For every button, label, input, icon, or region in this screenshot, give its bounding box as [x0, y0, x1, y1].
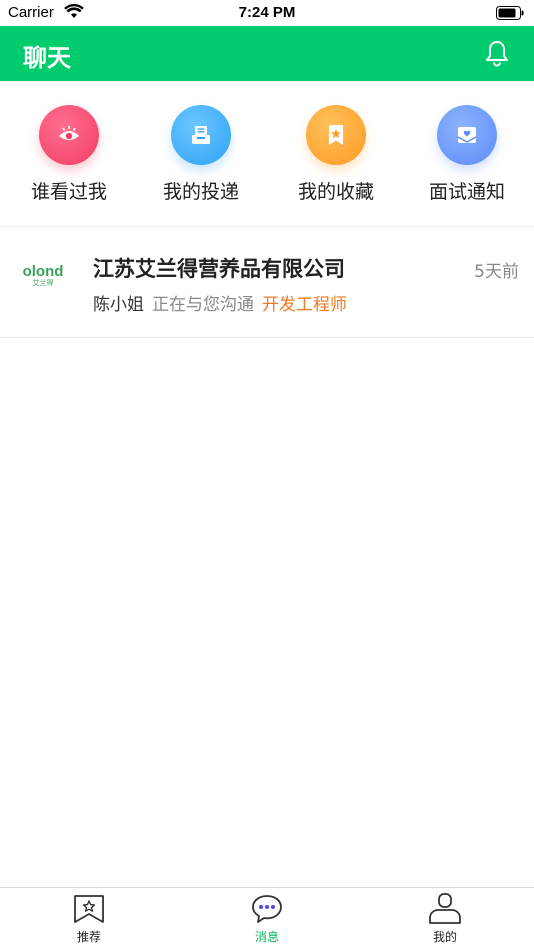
chat-status: 正在与您沟通 — [152, 295, 254, 315]
eye-icon — [39, 105, 99, 165]
company-logo: olond 艾兰得 — [20, 253, 66, 299]
navigation-header: 聊天 — [0, 26, 534, 81]
divider — [0, 337, 534, 338]
logo-subtext: 艾兰得 — [32, 279, 54, 287]
tab-label: 消息 — [254, 930, 279, 944]
tab-label: 我的 — [432, 930, 457, 944]
quick-action-label: 面试通知 — [428, 181, 505, 203]
message-preview: 陈小姐 正在与您沟通 开发工程师 — [93, 290, 347, 315]
status-bar: Carrier 7:24 PM — [0, 0, 534, 26]
tab-bar: 推荐 消息 我的 — [0, 887, 534, 951]
logo-text: olond — [22, 263, 64, 280]
job-position: 开发工程师 — [262, 295, 347, 315]
battery-icon — [496, 6, 524, 20]
company-name: 江苏艾兰得营养品有限公司 — [93, 257, 345, 281]
list-item[interactable]: olond 艾兰得 江苏艾兰得营养品有限公司 5天前 陈小姐 正在与您沟通 开发工程… — [0, 227, 534, 337]
quick-action-interview-notice[interactable]: 面试通知 — [402, 105, 532, 204]
quick-action-viewed-me[interactable]: 谁看过我 — [4, 105, 134, 204]
clock: 7:24 PM — [238, 4, 296, 21]
star-bookmark-icon — [74, 895, 104, 923]
quick-action-label: 我的收藏 — [297, 181, 374, 203]
chat-bubble-icon — [252, 895, 282, 923]
tab-recommend[interactable]: 推荐 — [39, 892, 139, 945]
bell-icon[interactable] — [484, 39, 510, 67]
mailbox-icon — [171, 105, 231, 165]
tab-mine[interactable]: 我的 — [395, 892, 495, 945]
user-icon — [429, 893, 461, 924]
tab-label: 推荐 — [76, 930, 101, 944]
contact-name: 陈小姐 — [93, 295, 144, 315]
quick-action-label: 我的投递 — [162, 181, 239, 203]
quick-action-my-favorites[interactable]: 我的收藏 — [271, 105, 401, 204]
quick-action-my-applications[interactable]: 我的投递 — [136, 105, 266, 204]
quick-actions: 谁看过我 我的投递 我的收藏 面试通知 — [0, 81, 534, 226]
tab-messages[interactable]: 消息 — [217, 892, 317, 945]
star-bookmark-icon — [306, 105, 366, 165]
message-time: 5天前 — [474, 262, 519, 282]
heart-envelope-icon — [437, 105, 497, 165]
quick-action-label: 谁看过我 — [30, 181, 107, 203]
page-title: 聊天 — [23, 44, 71, 72]
